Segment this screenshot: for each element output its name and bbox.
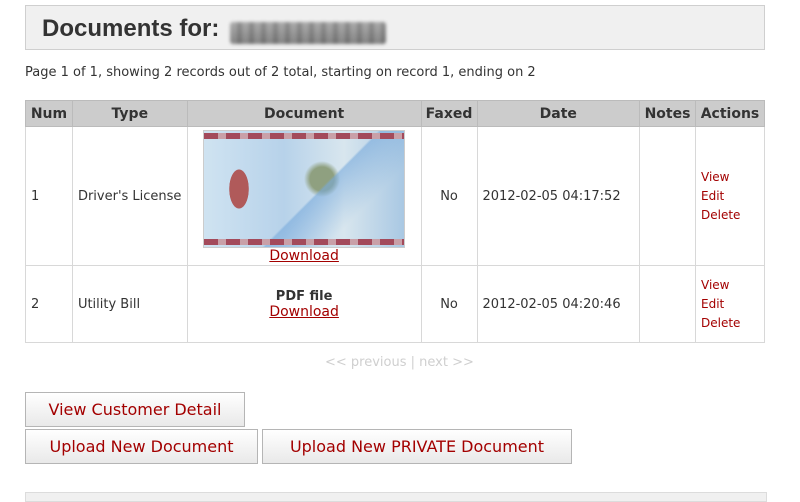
- upload-new-document-button[interactable]: Upload New Document: [25, 429, 258, 464]
- cell-notes: [639, 265, 696, 343]
- cell-faxed: No: [420, 126, 478, 266]
- footer-bar: [25, 492, 767, 502]
- col-header-actions: Actions: [695, 100, 765, 127]
- col-header-type: Type: [71, 100, 188, 127]
- pdf-file-label: PDF file: [275, 288, 333, 304]
- cell-num: 2: [25, 265, 73, 343]
- col-header-date: Date: [476, 100, 641, 127]
- redacted-customer-name: [230, 22, 386, 44]
- col-header-num: Num: [25, 100, 73, 127]
- cell-actions: View Edit Delete: [695, 265, 765, 343]
- table-row: 1 Driver's License Download No 2012-02-0…: [25, 126, 765, 266]
- edit-link[interactable]: Edit: [701, 295, 759, 314]
- pagination: << previous | next >>: [325, 355, 474, 370]
- download-link[interactable]: Download: [269, 304, 339, 320]
- cell-num: 1: [25, 126, 73, 266]
- cell-type: Utility Bill: [71, 265, 188, 343]
- documents-table: Num Type Document Faxed Date Notes Actio…: [25, 100, 765, 343]
- view-link[interactable]: View: [701, 276, 759, 295]
- cell-notes: [639, 126, 696, 266]
- cell-type: Driver's License: [71, 126, 188, 266]
- download-link[interactable]: Download: [269, 248, 339, 264]
- col-header-notes: Notes: [639, 100, 696, 127]
- pager-separator: |: [410, 355, 416, 370]
- col-header-document: Document: [186, 100, 422, 127]
- cell-date: 2012-02-05 04:20:46: [476, 265, 641, 343]
- table-header-row: Num Type Document Faxed Date Notes Actio…: [25, 100, 765, 127]
- view-customer-detail-button[interactable]: View Customer Detail: [25, 392, 245, 427]
- next-page-link[interactable]: next >>: [419, 355, 474, 370]
- table-row: 2 Utility Bill PDF file Download No 2012…: [25, 265, 765, 343]
- edit-link[interactable]: Edit: [701, 187, 759, 206]
- delete-link[interactable]: Delete: [701, 206, 759, 225]
- page-title: Documents for:: [42, 15, 220, 42]
- col-header-faxed: Faxed: [420, 100, 478, 127]
- document-thumbnail-image[interactable]: [203, 130, 406, 248]
- delete-link[interactable]: Delete: [701, 314, 759, 333]
- cell-document: PDF file Download: [186, 265, 422, 343]
- upload-private-document-button[interactable]: Upload New PRIVATE Document: [262, 429, 572, 464]
- cell-actions: View Edit Delete: [695, 126, 765, 266]
- page-header: Documents for:: [25, 5, 765, 50]
- cell-faxed: No: [420, 265, 478, 343]
- paging-info: Page 1 of 1, showing 2 records out of 2 …: [25, 65, 536, 80]
- view-link[interactable]: View: [701, 168, 759, 187]
- previous-page-link[interactable]: << previous: [325, 355, 407, 370]
- cell-date: 2012-02-05 04:17:52: [476, 126, 641, 266]
- cell-document: Download: [186, 126, 422, 266]
